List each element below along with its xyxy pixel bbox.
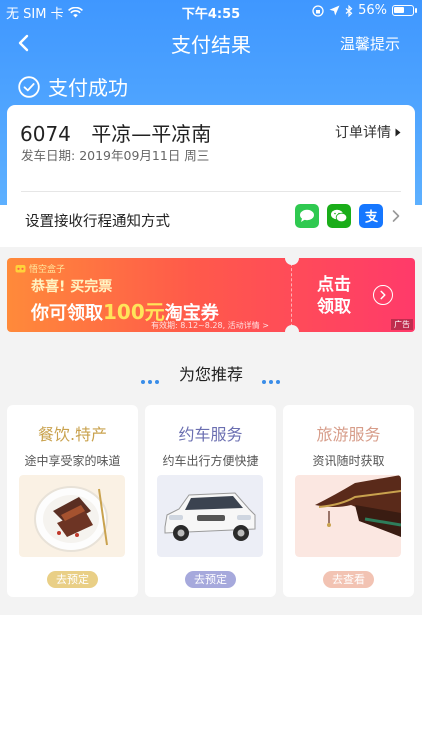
service-card-car[interactable]: 约车服务 约车出行方便快捷 去预定 [145,405,276,597]
order-details-link[interactable]: 订单详情 [335,122,401,142]
sms-icon[interactable] [295,204,319,228]
service-desc: 资讯随时获取 [312,454,385,468]
service-desc: 途中享受家的味道 [24,454,121,468]
wechat-icon[interactable] [327,204,351,228]
banner-offer-pre: 你可领取 [31,303,103,324]
bluetooth-icon [345,4,353,17]
status-right: 56% [312,3,417,18]
service-desc: 约车出行方便快捷 [162,454,259,468]
service-card-travel[interactable]: 旅游服务 资讯随时获取 去查看 [283,405,414,597]
notification-setting-label[interactable]: 设置接收行程通知方式 [25,210,170,231]
banner-divider [291,258,292,332]
departure-date-value: 2019年09月11日 周三 [79,148,210,163]
banner-notch-top [285,258,299,265]
payment-success-row: 支付成功 [18,72,128,101]
trip-card: 6074 平凉—平凉南 订单详情 发车日期: 2019年09月11日 周三 设置… [7,105,415,245]
caret-right-icon [395,128,401,136]
ad-badge: 广告 [391,319,413,330]
service-title: 餐饮.特产 [37,425,108,444]
banner-notch-bottom [285,325,299,332]
service-button[interactable]: 去预定 [185,571,236,588]
check-circle-icon [18,75,40,98]
status-bar: 无 SIM 卡 下午4:55 56% [0,0,422,22]
banner-claim-button[interactable]: 点击 领取 [317,274,351,318]
navigation-bar: 支付结果 温馨提示 [0,26,422,62]
departure-date: 发车日期: 2019年09月11日 周三 [21,145,209,164]
service-title: 旅游服务 [316,425,381,444]
service-button[interactable]: 去查看 [323,571,374,588]
dots-decoration-right [262,369,283,388]
wukong-box-logo [15,265,26,273]
train-info: 6074 平凉—平凉南 [20,118,211,147]
order-details-label: 订单详情 [335,125,391,141]
car-image [157,475,263,557]
food-plate-image [19,475,125,557]
arrow-circle-icon[interactable] [373,285,393,305]
battery-icon [392,5,417,16]
promo-banner[interactable]: 悟空盒子 恭喜! 买完票 你可领取100元淘宝券 有效期: 8.12~8.28,… [7,258,415,332]
train-route: 平凉—平凉南 [91,122,212,146]
banner-validity: 有效期: 8.12~8.28, 活动详情 > [151,321,269,330]
banner-congrats: 恭喜! 买完票 [31,279,113,295]
service-card-dining[interactable]: 餐饮.特产 途中享受家的味道 去预定 [7,405,138,597]
service-button[interactable]: 去预定 [47,571,98,588]
banner-cta-line1: 点击 [317,275,351,295]
pavilion-roof-image [295,475,401,557]
battery-percent: 56% [358,3,387,18]
banner-brand: 悟空盒子 [15,262,65,275]
card-divider [21,191,401,192]
location-icon [329,5,340,16]
tips-link[interactable]: 温馨提示 [340,33,400,54]
payment-success-text: 支付成功 [48,76,128,100]
notification-methods [295,204,401,228]
recommend-title: 为您推荐 [178,365,243,384]
train-number: 6074 [20,122,71,146]
battery-level [394,7,404,13]
departure-date-label: 发车日期: [21,148,76,163]
chevron-right-icon[interactable] [391,209,401,223]
banner-brand-name: 悟空盒子 [29,265,66,275]
service-title: 约车服务 [178,425,243,444]
orientation-lock-icon [312,4,324,17]
alipay-icon[interactable] [359,204,383,228]
banner-cta-line2: 领取 [317,297,351,317]
